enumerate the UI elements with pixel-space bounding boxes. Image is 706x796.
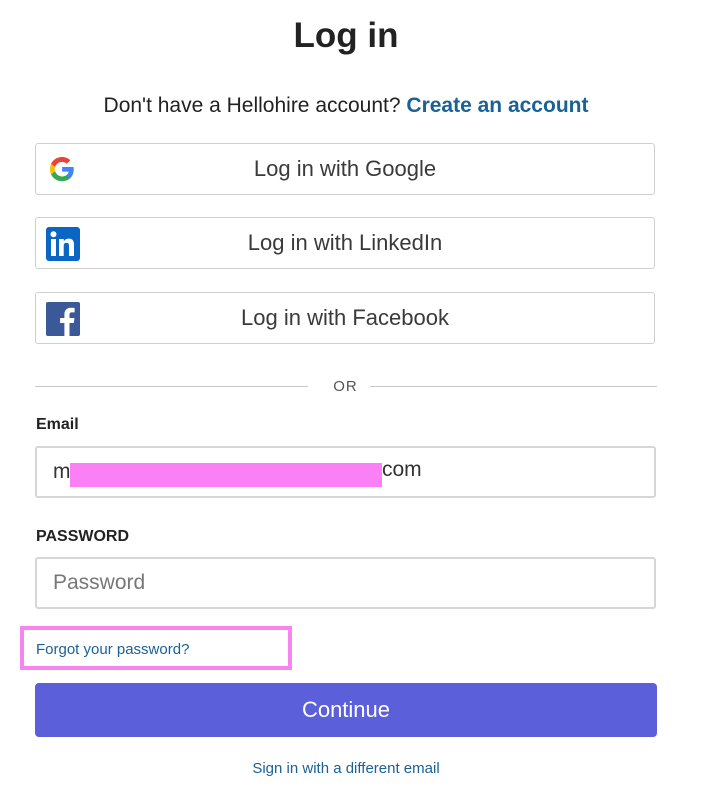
- divider-line-right: [370, 386, 657, 387]
- or-divider: OR: [35, 376, 657, 398]
- different-email-link[interactable]: Sign in with a different email: [0, 760, 692, 777]
- facebook-login-button[interactable]: Log in with Facebook: [35, 292, 655, 344]
- password-field[interactable]: [35, 557, 656, 609]
- google-login-button[interactable]: Log in with Google: [35, 143, 655, 195]
- signup-prompt-text: Don't have a Hellohire account?: [103, 94, 401, 117]
- forgot-password-link[interactable]: Forgot your password?: [36, 641, 189, 658]
- email-redaction: [70, 463, 382, 487]
- page-title: Log in: [293, 16, 399, 55]
- email-value-end: com: [382, 458, 422, 481]
- facebook-login-label: Log in with Facebook: [241, 305, 449, 330]
- google-login-label: Log in with Google: [253, 156, 437, 181]
- linkedin-login-button[interactable]: Log in with LinkedIn: [35, 217, 655, 269]
- email-value-start: m: [53, 460, 71, 483]
- email-label: Email: [36, 416, 79, 433]
- signup-prompt: Don't have a Hellohire account? Create a…: [0, 94, 692, 118]
- continue-button[interactable]: Continue: [35, 683, 657, 737]
- linkedin-login-label: Log in with LinkedIn: [247, 230, 443, 255]
- create-account-link[interactable]: Create an account: [406, 94, 588, 117]
- password-label: PASSWORD: [36, 528, 130, 545]
